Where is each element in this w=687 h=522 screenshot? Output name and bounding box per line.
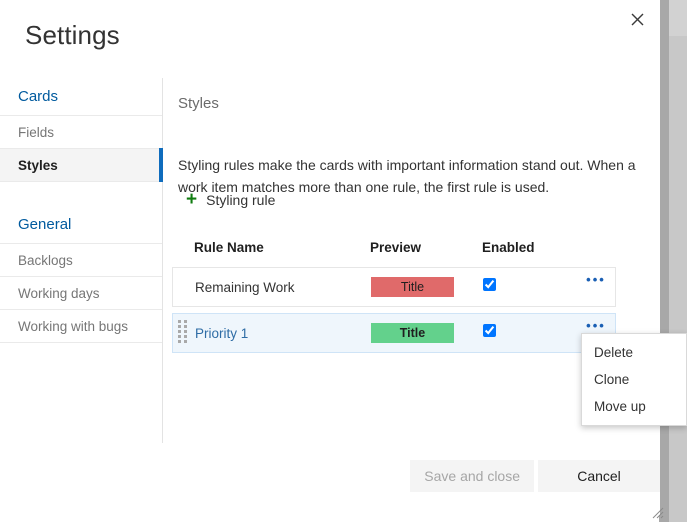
pane-heading: Styles: [178, 95, 219, 112]
styling-rules-table: Rule Name Preview Enabled Remaining Work…: [172, 233, 616, 353]
settings-sidebar: Cards Fields Styles General Backlogs Wor…: [0, 78, 163, 443]
rule-name-label: Priority 1: [195, 325, 249, 341]
backdrop-top-band: [669, 0, 687, 36]
save-and-close-button[interactable]: Save and close: [410, 460, 534, 492]
sidebar-item-backlogs[interactable]: Backlogs: [0, 244, 162, 277]
context-menu-item-delete[interactable]: Delete: [582, 339, 686, 366]
enabled-checkbox[interactable]: [483, 324, 496, 337]
sidebar-item-styles[interactable]: Styles: [0, 148, 163, 182]
close-icon[interactable]: [622, 4, 652, 34]
plus-icon: +: [186, 189, 198, 210]
dialog-footer: Save and close Cancel: [0, 443, 660, 515]
row-overflow-menu-icon[interactable]: •••: [583, 316, 609, 334]
column-header-rule-name: Rule Name: [194, 239, 264, 255]
page-backdrop: [659, 0, 687, 522]
preview-badge: Title: [371, 323, 454, 343]
rule-enabled-cell: [483, 278, 573, 296]
enabled-checkbox[interactable]: [483, 278, 496, 291]
settings-dialog: Settings Cards Fields Styles General Bac…: [0, 0, 660, 515]
dialog-header: Settings: [0, 0, 660, 78]
column-header-enabled: Enabled: [482, 239, 535, 255]
context-menu-item-clone[interactable]: Clone: [582, 366, 686, 393]
rule-enabled-cell: [483, 324, 573, 342]
resize-grip-icon[interactable]: [652, 507, 664, 519]
context-menu-item-move-up[interactable]: Move up: [582, 393, 686, 420]
sidebar-item-fields[interactable]: Fields: [0, 116, 162, 149]
table-row[interactable]: Priority 1 Title •••: [172, 313, 616, 353]
cancel-button[interactable]: Cancel: [538, 460, 660, 492]
sidebar-group-general[interactable]: General: [0, 206, 162, 244]
sidebar-group-cards[interactable]: Cards: [0, 78, 162, 116]
rule-preview-cell: Title: [371, 277, 483, 297]
sidebar-item-working-days[interactable]: Working days: [0, 277, 162, 310]
table-row[interactable]: Remaining Work Title •••: [172, 267, 616, 307]
column-header-preview: Preview: [370, 239, 422, 255]
rule-preview-cell: Title: [371, 323, 483, 343]
row-overflow-menu-icon[interactable]: •••: [583, 270, 609, 288]
dialog-body: Cards Fields Styles General Backlogs Wor…: [0, 78, 660, 443]
add-styling-rule-button[interactable]: + Styling rule: [186, 190, 275, 209]
table-header-row: Rule Name Preview Enabled: [172, 233, 616, 261]
backdrop-band: [659, 0, 669, 522]
add-styling-rule-label: Styling rule: [206, 191, 276, 208]
row-context-menu: Delete Clone Move up: [581, 333, 687, 426]
rule-name-label: Remaining Work: [195, 279, 295, 295]
sidebar-item-working-with-bugs[interactable]: Working with bugs: [0, 310, 162, 343]
drag-handle-icon[interactable]: [178, 320, 187, 348]
preview-badge: Title: [371, 277, 454, 297]
page-title: Settings: [25, 20, 120, 50]
